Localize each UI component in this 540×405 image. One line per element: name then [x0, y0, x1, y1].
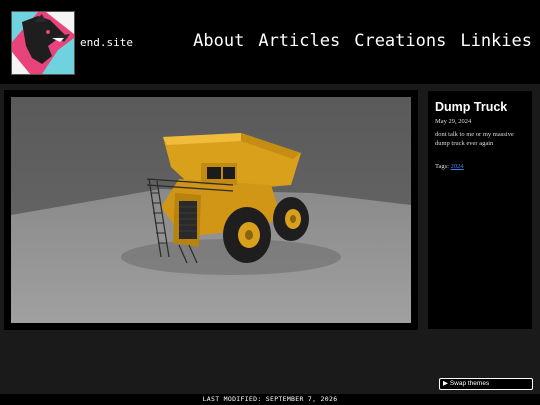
site-header: end.site About Articles Creations Linkie… [0, 0, 540, 84]
nav-about[interactable]: About [193, 31, 244, 51]
dump-truck-render-image[interactable] [11, 97, 411, 323]
tags-label: Tags: [435, 162, 449, 170]
site-footer: LAST MODIFIED: SEPTEMBER 7, 2026 [0, 394, 540, 405]
nav-creations[interactable]: Creations [354, 31, 446, 51]
site-name[interactable]: end.site [80, 36, 133, 49]
triangle-right-icon: ▶ [443, 380, 448, 387]
last-modified-text: LAST MODIFIED: SEPTEMBER 7, 2026 [202, 395, 338, 403]
image-panel [4, 90, 418, 330]
post-sidebar: Dump Truck May 29, 2024 dont talk to me … [428, 91, 532, 329]
main-nav: About Articles Creations Linkies [193, 31, 532, 51]
swap-themes-label: Swap themes [449, 380, 490, 387]
tag-link[interactable]: 2024 [451, 163, 464, 170]
nav-linkies[interactable]: Linkies [460, 31, 532, 51]
swap-themes-button[interactable]: ▶ Swap themes [439, 378, 533, 390]
post-tags: Tags: 2024 [435, 163, 525, 170]
nav-articles[interactable]: Articles [258, 31, 340, 51]
post-description: dont talk to me or my massive dump truck… [435, 131, 514, 147]
dragon-logo-icon [12, 12, 74, 74]
post-title: Dump Truck [435, 100, 508, 114]
post-date: May 29, 2024 [435, 118, 472, 125]
site-logo[interactable] [11, 11, 75, 75]
